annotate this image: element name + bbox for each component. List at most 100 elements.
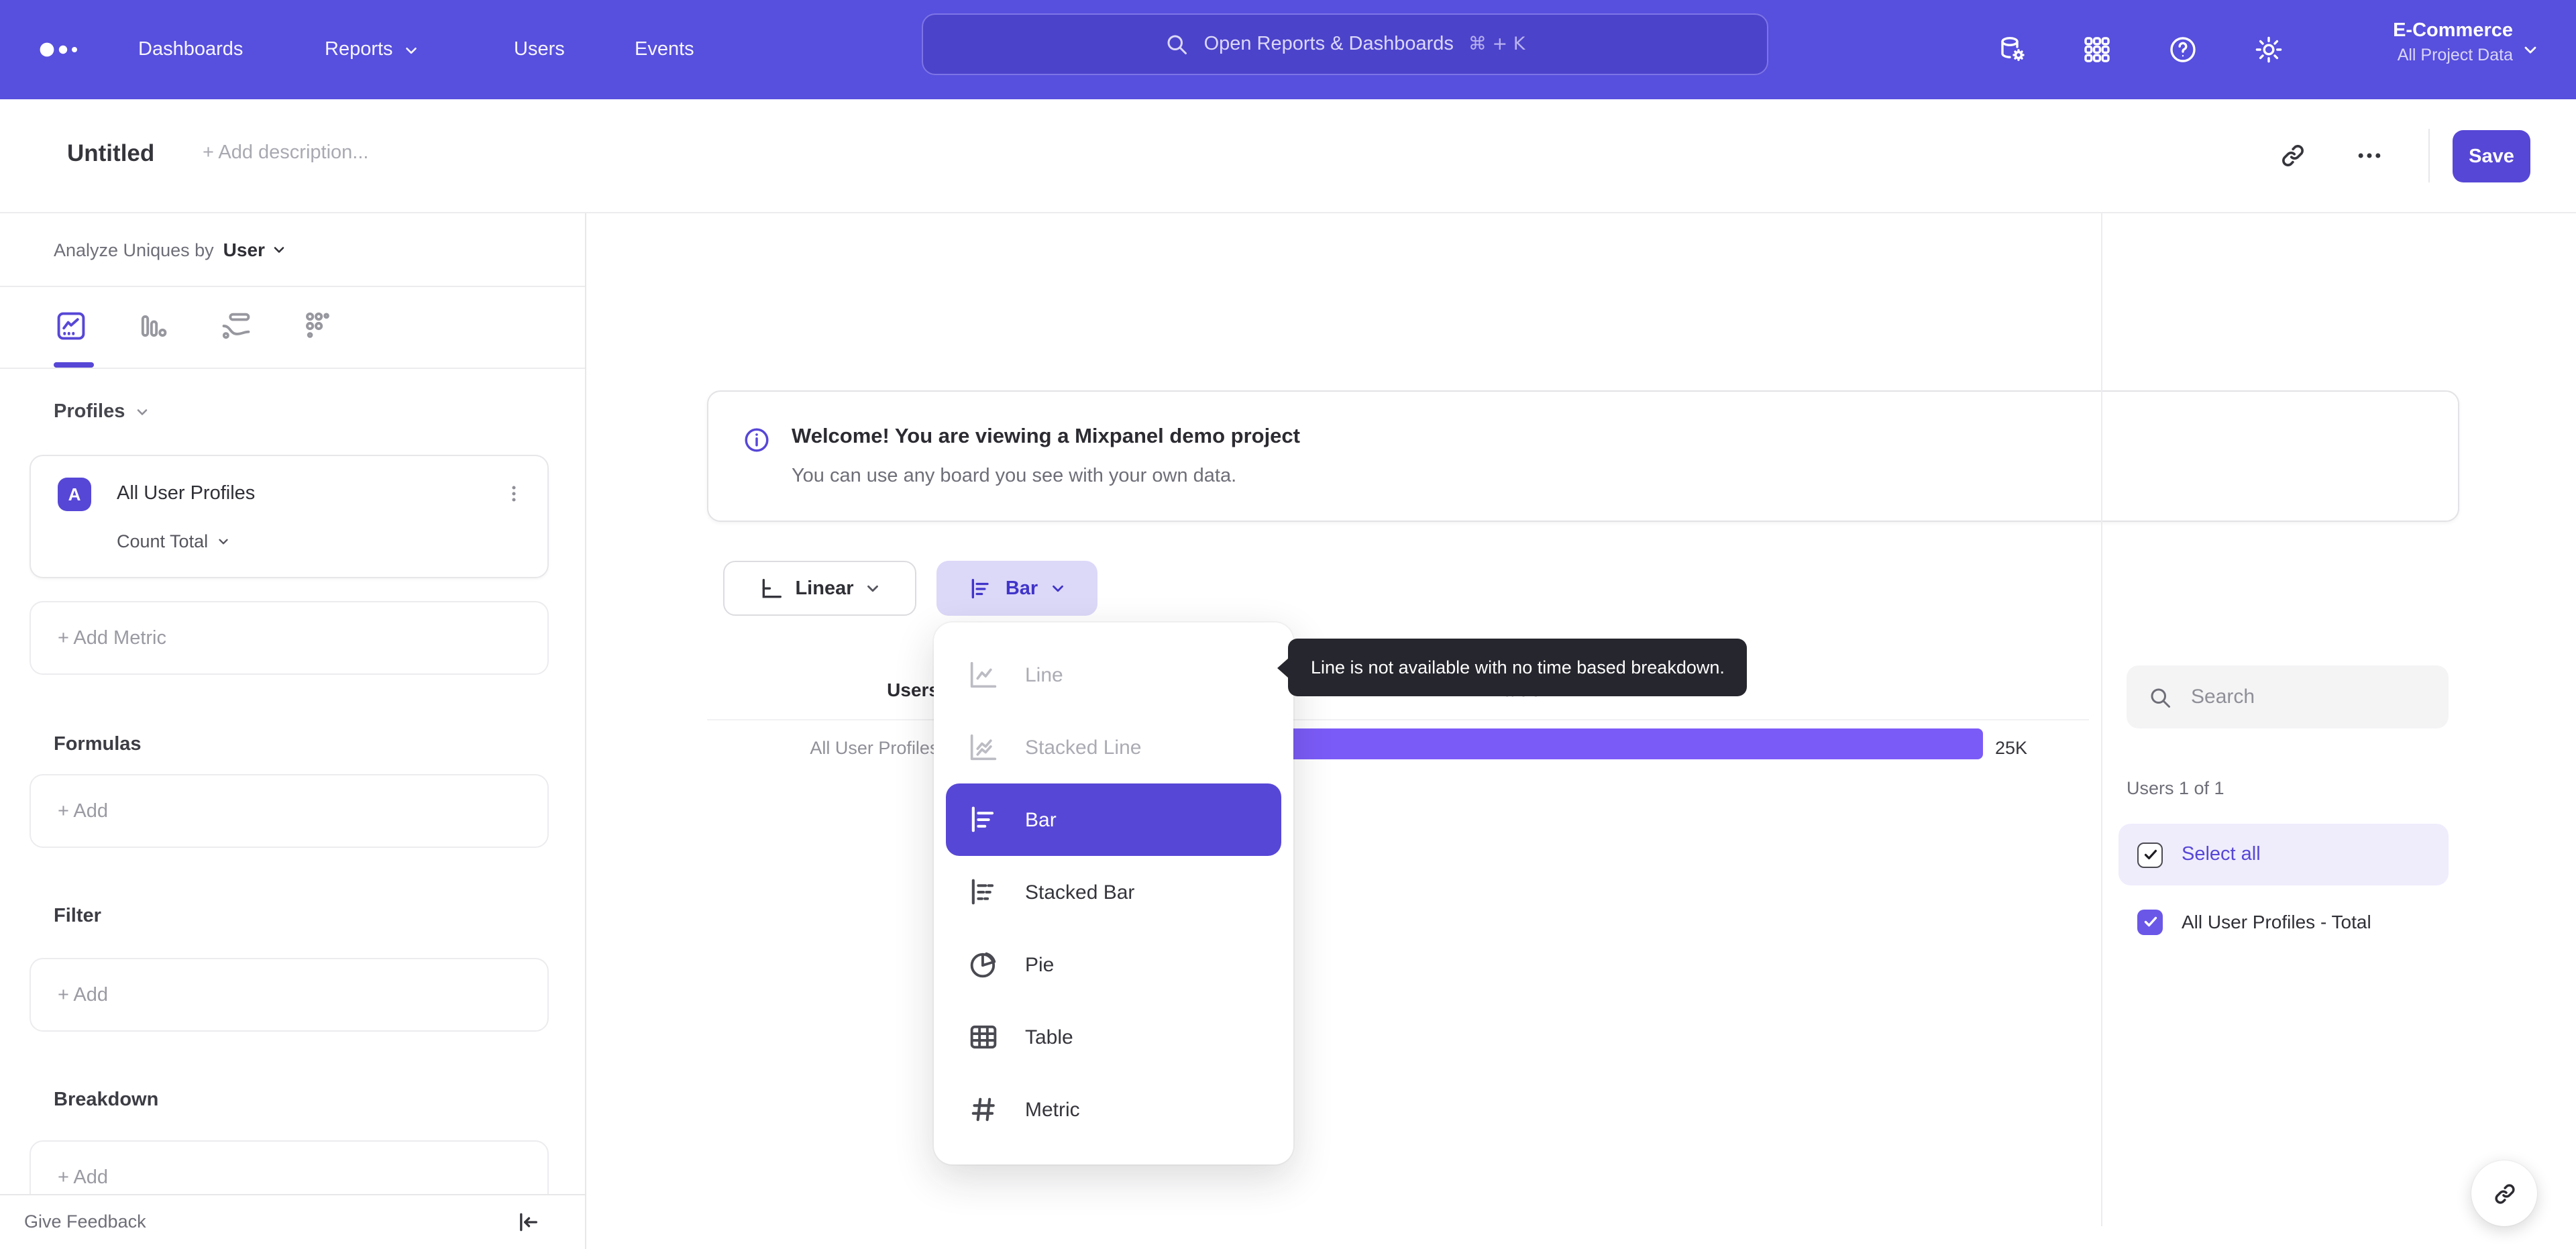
metric-name[interactable]: All User Profiles [117,483,255,504]
chevron-down-icon [2521,40,2540,59]
analyze-value-dropdown[interactable]: User [223,239,288,260]
select-all-checkbox[interactable] [2137,842,2163,867]
linear-scale-icon [757,575,784,602]
dropdown-item-pie[interactable]: Pie [946,928,1281,1001]
copy-link-icon[interactable] [2278,141,2308,170]
profiles-section-header[interactable]: Profiles [54,401,150,423]
series-label: All User Profiles - Total [2182,911,2371,932]
chart-row-label: All User Profiles - Total [810,738,993,758]
aggregation-dropdown[interactable]: Count Total [117,531,231,551]
series-count-label: Users 1 of 1 [2127,778,2224,798]
series-search-box[interactable] [2127,665,2449,728]
global-search-placeholder: Open Reports & Dashboards [1203,34,1454,55]
nav-item-label: Dashboards [138,39,244,60]
keyboard-shortcut: ⌘ + K [1468,34,1525,55]
banner-title: Welcome! You are viewing a Mixpanel demo… [792,425,1300,448]
stacked-line-chart-icon [966,730,1001,765]
add-formula-button[interactable]: + Add [30,774,549,848]
dropdown-item-line[interactable]: Line [946,639,1281,711]
line-chart-icon [966,657,1001,692]
series-search-input[interactable] [2188,684,2422,710]
tab-insights[interactable] [54,309,89,343]
demo-banner: Welcome! You are viewing a Mixpanel demo… [707,390,2459,522]
add-label: + Add [58,800,108,822]
analyze-value-label: User [223,239,265,260]
add-metric-label: + Add Metric [58,627,166,649]
chevron-down-icon [1049,580,1066,597]
select-all-row[interactable]: Select all [2118,824,2449,885]
dropdown-item-label: Stacked Line [1025,736,1142,759]
tab-reports-bars[interactable] [136,309,170,343]
dropdown-item-label: Table [1025,1026,1073,1048]
help-icon[interactable] [2167,34,2199,66]
project-name: E-Commerce [2393,20,2513,42]
pie-chart-icon [966,947,1001,982]
info-icon [742,425,771,455]
nav-item-label: Users [514,39,565,60]
chevron-down-icon [216,534,231,549]
save-button[interactable]: Save [2453,130,2530,182]
give-feedback-link[interactable]: Give Feedback [24,1211,146,1232]
dropdown-item-stacked-line[interactable]: Stacked Line [946,711,1281,783]
global-search-button[interactable]: Open Reports & Dashboards ⌘ + K [922,13,1768,75]
search-icon [1165,32,1189,56]
add-filter-button[interactable]: + Add [30,958,549,1032]
project-scope: All Project Data [2397,46,2513,64]
active-tab-indicator [54,362,94,368]
sidebar-footer: Give Feedback [0,1194,585,1249]
scale-label: Linear [795,578,854,599]
settings-gear-icon[interactable] [2253,34,2285,66]
dropdown-item-label: Pie [1025,953,1055,976]
dropdown-item-bar[interactable]: Bar [946,783,1281,856]
chart-type-dropdown: Line Stacked Line Bar Stacked Bar Pie Ta… [934,622,1293,1164]
nav-item-events[interactable]: Events [635,0,694,99]
tooltip-text: Line is not available with no time based… [1311,657,1725,677]
dropdown-item-stacked-bar[interactable]: Stacked Bar [946,856,1281,928]
nav-item-label: Events [635,39,694,60]
dropdown-item-label: Line [1025,663,1063,686]
nav-item-label: Reports [325,39,393,60]
metric-card[interactable]: A All User Profiles Count Total [30,455,549,578]
nav-item-dashboards[interactable]: Dashboards [138,0,243,99]
profiles-label: Profiles [54,401,125,423]
add-label: + Add [58,984,108,1006]
scale-selector-button[interactable]: Linear [723,561,916,616]
kebab-menu-icon[interactable] [502,482,526,506]
chart-type-label: Bar [1005,578,1038,599]
analyze-prefix-label: Analyze Uniques by [54,239,214,260]
nav-item-reports[interactable]: Reports [325,0,420,99]
series-row[interactable]: All User Profiles - Total [2118,891,2449,953]
dropdown-item-label: Stacked Bar [1025,881,1135,904]
add-description-field[interactable]: + Add description... [203,142,368,164]
apps-grid-icon[interactable] [2081,34,2113,66]
mixpanel-logo-icon[interactable] [36,36,85,63]
divider [2428,129,2430,182]
tab-paths[interactable] [301,309,335,343]
project-switcher[interactable]: E-Commerce All Project Data [2393,17,2513,67]
collapse-sidebar-icon[interactable] [514,1209,541,1236]
chart-header-divider [707,719,2089,720]
add-label: + Add [58,1166,108,1188]
table-icon [966,1020,1001,1054]
line-disabled-tooltip: Line is not available with no time based… [1277,639,1748,696]
data-management-icon[interactable] [1996,34,2029,66]
chevron-down-icon [272,241,288,258]
report-title[interactable]: Untitled [67,140,154,168]
dropdown-item-metric[interactable]: Metric [946,1073,1281,1146]
tab-flows[interactable] [219,309,254,343]
top-nav: Dashboards Reports Users Events Open Rep… [0,0,2576,99]
select-all-label: Select all [2182,844,2261,865]
chevron-down-icon [865,580,882,597]
series-checkbox[interactable] [2137,909,2163,934]
chart-type-selector-button[interactable]: Bar [936,561,1097,616]
stacked-bar-chart-icon [966,875,1001,910]
analyze-row: Analyze Uniques by User [0,213,585,287]
more-options-icon[interactable] [2355,141,2384,170]
bar-chart-icon [968,575,995,602]
report-canvas: Welcome! You are viewing a Mixpanel demo… [586,213,2576,1249]
nav-item-users[interactable]: Users [514,0,565,99]
metric-badge: A [58,478,91,511]
dropdown-item-table[interactable]: Table [946,1001,1281,1073]
share-link-fab[interactable] [2471,1160,2537,1226]
add-metric-button[interactable]: + Add Metric [30,601,549,675]
